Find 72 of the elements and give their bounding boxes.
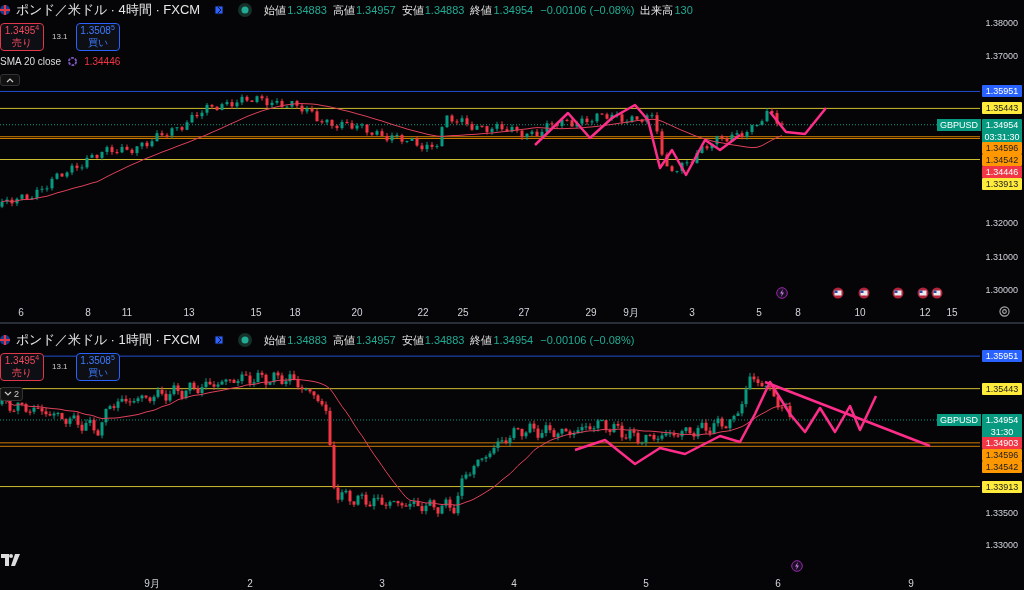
- date-label: 5: [756, 306, 762, 320]
- symbol-tag: GBPUSD: [937, 118, 981, 131]
- date-label: 27: [518, 306, 530, 320]
- date-label: 9月: [623, 306, 639, 320]
- ohlc-label: 終値: [470, 332, 493, 348]
- indicator-value: 1.34446: [84, 54, 121, 69]
- ohlc-label: 安値: [401, 2, 424, 18]
- last-price-label: 1.34954 03:31:30: [982, 118, 1022, 143]
- ohlc-label: 高値: [332, 332, 355, 348]
- collapse-button[interactable]: 2: [0, 386, 23, 401]
- date-label: 8: [85, 306, 91, 320]
- sell-button[interactable]: 1.3495$^{4}$ 売り: [0, 22, 44, 51]
- price-tick: 1.38000: [985, 17, 1018, 30]
- symbol-title: ポンド／米ドル · 4時間 · FXCM: [16, 1, 201, 19]
- date-label: 10: [854, 306, 866, 320]
- date-label: 6: [18, 306, 24, 320]
- ohlc-value: 1.34957: [355, 2, 396, 18]
- price-tick: 1.33500: [985, 507, 1018, 520]
- price-label: 1.33913: [982, 480, 1022, 493]
- date-label: 11: [121, 306, 133, 320]
- date-label: 13: [183, 306, 195, 320]
- ohlc-value: 1.34883: [424, 332, 465, 348]
- indicator-name: SMA 20 close: [0, 54, 62, 69]
- price-tick: 1.32000: [985, 217, 1018, 231]
- date-label: 18: [289, 306, 301, 320]
- date-label: 5: [643, 577, 649, 590]
- date-label: 29: [585, 306, 597, 320]
- last-price-label: 1.34954 31:30: [982, 413, 1022, 438]
- spread-value: 13.1: [52, 30, 68, 43]
- ohlc-value: 1.34883: [287, 2, 327, 18]
- date-label: 15: [250, 306, 262, 320]
- ohlc-label: 始値: [264, 2, 287, 18]
- symbol-title: ポンド／米ドル · 1時間 · FXCM: [16, 331, 201, 349]
- date-label: 3: [379, 577, 385, 590]
- price-tick: 1.31000: [985, 250, 1018, 264]
- ohlc-label: 高値: [332, 2, 355, 18]
- date-label: 20: [351, 306, 363, 320]
- ohlc-label: 始値: [264, 332, 287, 348]
- volume-label: 出来高: [640, 2, 674, 18]
- ohlc-value: 1.34883: [424, 2, 465, 18]
- date-label: 9: [908, 577, 914, 590]
- sell-button[interactable]: 1.3495$^{4}$ 売り: [0, 352, 44, 381]
- symbol-tag: GBPUSD: [937, 413, 981, 426]
- buy-button[interactable]: 1.3508$^{5}$ 買い: [75, 22, 120, 51]
- date-label: 15: [946, 306, 958, 320]
- ohlc-label: 安値: [401, 332, 424, 348]
- price-label: 1.35443: [982, 102, 1022, 115]
- ohlc-value: 1.34954: [493, 332, 534, 348]
- price-tick: 1.30000: [985, 284, 1018, 298]
- date-label: 2: [247, 577, 253, 590]
- ohlc-value: 1.34954: [493, 2, 534, 18]
- ohlc-value: 1.34957: [355, 332, 396, 348]
- date-label: 25: [457, 306, 469, 320]
- ohlc-label: 終値: [470, 2, 493, 18]
- date-label: 8: [795, 306, 801, 320]
- price-tick: 1.33000: [985, 539, 1018, 552]
- spread-value: 13.1: [52, 360, 68, 373]
- date-label: 12: [919, 306, 931, 320]
- price-change: −0.00106 (−0.08%): [540, 2, 635, 18]
- price-tick: 1.37000: [985, 50, 1018, 64]
- date-label: 9月: [144, 577, 160, 590]
- price-label: 1.35951: [982, 85, 1022, 98]
- price-label: 1.35951: [982, 350, 1022, 363]
- date-label: 3: [689, 306, 695, 320]
- date-label: 6: [775, 577, 781, 590]
- date-label: 22: [417, 306, 429, 320]
- ohlc-value: 1.34883: [287, 332, 327, 348]
- price-label: 1.35443: [982, 382, 1022, 395]
- volume-value: 130: [674, 2, 693, 18]
- price-change: −0.00106 (−0.08%): [540, 332, 635, 348]
- buy-button[interactable]: 1.3508$^{5}$ 買い: [75, 352, 120, 381]
- date-label: 4: [511, 577, 517, 590]
